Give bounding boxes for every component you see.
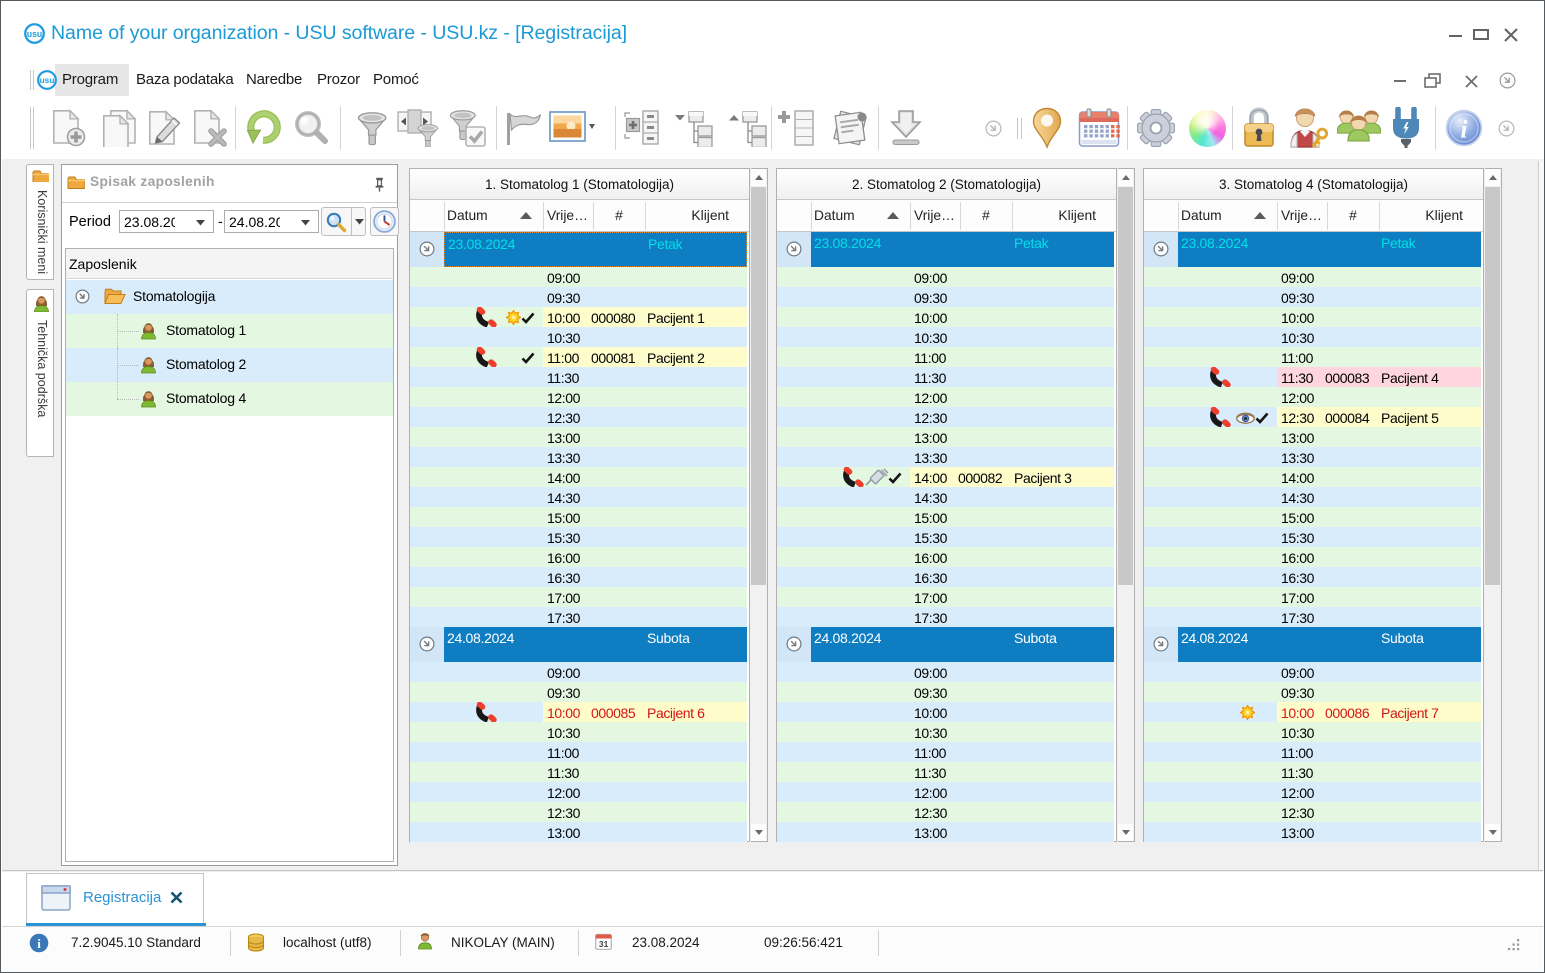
svg-text:usu: usu	[40, 75, 55, 85]
svg-text:i: i	[1461, 117, 1468, 144]
svg-text:usu: usu	[27, 29, 43, 39]
svg-text:31: 31	[599, 939, 609, 949]
svg-text:i: i	[37, 936, 41, 951]
